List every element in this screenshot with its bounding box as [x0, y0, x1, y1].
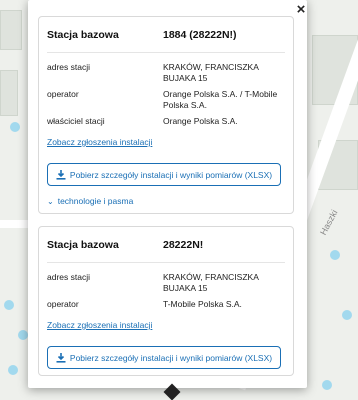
row-value: Orange Polska S.A.: [163, 116, 238, 126]
map-marker[interactable]: [330, 250, 340, 260]
map-marker[interactable]: [322, 380, 332, 390]
info-row: operator Orange Polska S.A. / T-Mobile P…: [47, 89, 285, 111]
row-key: właściciel stacji: [47, 116, 105, 126]
map-marker[interactable]: [18, 330, 28, 340]
row-value: KRAKÓW, FRANCISZKA BUJAKA 15: [163, 62, 259, 83]
download-button-label: Pobierz szczegóły instalacji i wyniki po…: [69, 352, 273, 363]
row-value: KRAKÓW, FRANCISZKA BUJAKA 15: [163, 272, 259, 293]
download-icon: [56, 352, 66, 363]
close-button[interactable]: ×: [293, 2, 309, 18]
row-key: adres stacji: [47, 62, 90, 72]
technologies-toggle[interactable]: ⌄ technologie i pasma: [47, 196, 285, 206]
info-row: adres stacji KRAKÓW, FRANCISZKA BUJAKA 1…: [47, 272, 285, 294]
info-row: operator T-Mobile Polska S.A.: [47, 299, 285, 310]
download-xlsx-button[interactable]: Pobierz szczegóły instalacji i wyniki po…: [47, 346, 281, 369]
download-icon: [56, 169, 66, 180]
download-xlsx-button[interactable]: Pobierz szczegóły instalacji i wyniki po…: [47, 163, 281, 186]
row-value: T-Mobile Polska S.A.: [163, 299, 242, 309]
map-marker[interactable]: [10, 122, 20, 132]
map-marker[interactable]: [8, 365, 18, 375]
station-id: 1884 (28222N!): [163, 28, 237, 41]
view-installation-reports-link[interactable]: Zobacz zgłoszenia instalacji: [47, 320, 152, 330]
download-button-label: Pobierz szczegóły instalacji i wyniki po…: [69, 169, 273, 180]
map-building: [0, 10, 22, 50]
row-key: operator: [47, 89, 79, 99]
technologies-toggle-label: technologie i pasma: [57, 196, 134, 206]
station-header: Stacja bazowa 28222N!: [47, 227, 285, 263]
view-installation-reports-link[interactable]: Zobacz zgłoszenia instalacji: [47, 137, 152, 147]
chevron-down-icon: ⌄: [47, 196, 54, 206]
map-building: [0, 70, 18, 116]
station-id: 28222N!: [163, 238, 204, 251]
row-key: adres stacji: [47, 272, 90, 282]
station-label: Stacja bazowa: [47, 238, 119, 251]
street-label: Haszki: [318, 208, 340, 237]
row-key: operator: [47, 299, 79, 309]
map-marker[interactable]: [4, 300, 14, 310]
station-label: Stacja bazowa: [47, 28, 119, 41]
station-header: Stacja bazowa 1884 (28222N!): [47, 17, 285, 53]
row-value: Orange Polska S.A. / T-Mobile Polska S.A…: [163, 89, 278, 110]
station-card: Stacja bazowa 28222N! adres stacji KRAKÓ…: [38, 226, 294, 376]
station-card: Stacja bazowa 1884 (28222N!) adres stacj…: [38, 16, 294, 214]
map-marker[interactable]: [342, 310, 352, 320]
info-row: właściciel stacji Orange Polska S.A.: [47, 116, 285, 127]
info-row: adres stacji KRAKÓW, FRANCISZKA BUJAKA 1…: [47, 62, 285, 84]
